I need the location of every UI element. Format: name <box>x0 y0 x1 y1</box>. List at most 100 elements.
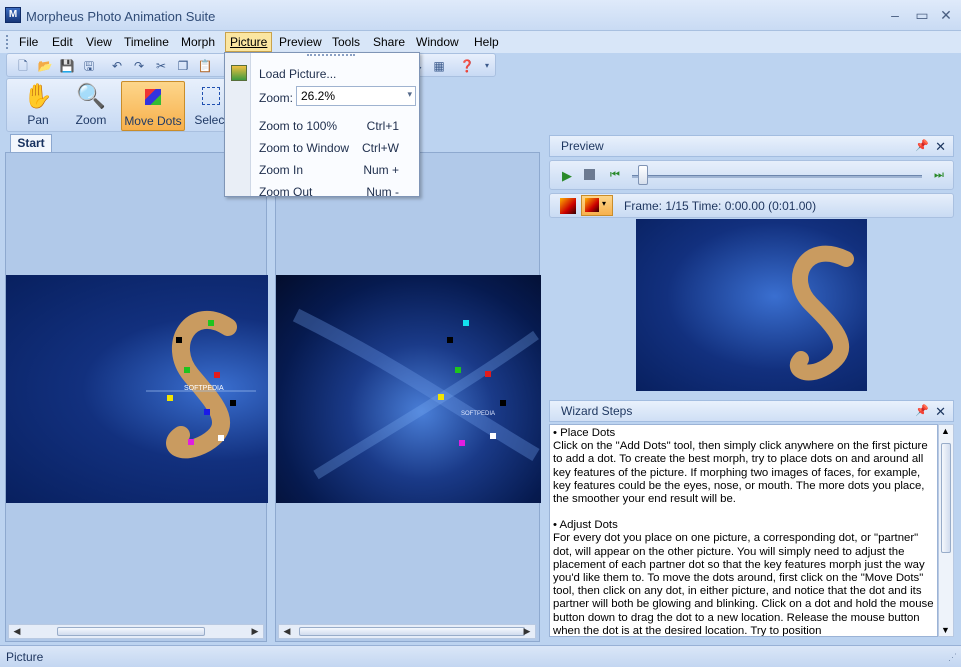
new-icon[interactable]: 🗋 <box>15 58 31 74</box>
menu-morph[interactable]: Morph <box>177 34 219 50</box>
skip-start-icon[interactable]: ⏮ <box>610 169 620 182</box>
s-logo-graphic <box>789 245 854 381</box>
move-dots-tool[interactable]: Move Dots <box>121 81 185 131</box>
scroll-thumb[interactable] <box>299 627 525 636</box>
menu-grip <box>307 54 355 57</box>
zoom-to-100-item[interactable]: Zoom to 100% <box>259 119 337 133</box>
timeline-slider-thumb[interactable] <box>638 165 648 185</box>
background-picker-button[interactable]: ▾ <box>581 195 613 216</box>
stop-icon[interactable] <box>584 169 595 180</box>
save-all-icon[interactable]: 🖫 <box>81 58 97 74</box>
scroll-right-icon[interactable]: ▶ <box>248 625 262 638</box>
zoom-combo[interactable]: 26.2% ▾ <box>296 86 416 106</box>
morph-dot[interactable] <box>218 435 224 441</box>
resize-grip-icon[interactable]: ⋰ <box>948 652 957 663</box>
save-icon[interactable]: 💾 <box>59 58 75 74</box>
scroll-right-icon[interactable]: ▶ <box>520 625 534 638</box>
morph-dot[interactable] <box>167 395 173 401</box>
redo-icon[interactable]: ↷ <box>131 58 147 74</box>
pan-tool[interactable]: ✋ Pan <box>11 81 65 131</box>
preview-pane-title: Preview 📌 ✕ <box>549 135 954 157</box>
zoom-label: Zoom <box>75 113 107 127</box>
menu-tools[interactable]: Tools <box>328 34 364 50</box>
second-picture[interactable]: SOFTPEDIA <box>276 275 541 503</box>
load-picture-item[interactable]: Load Picture... <box>259 67 336 81</box>
share-icon[interactable]: ▦ <box>431 58 447 74</box>
tab-start[interactable]: Start <box>10 134 52 152</box>
move-dots-icon <box>136 82 170 114</box>
wizard-vertical-scrollbar[interactable]: ▲ ▼ <box>938 424 954 637</box>
scroll-left-icon[interactable]: ◀ <box>280 625 294 638</box>
morph-dot[interactable] <box>188 439 194 445</box>
morph-dot[interactable] <box>438 394 444 400</box>
help-icon[interactable]: ❓ <box>459 58 475 74</box>
close-button[interactable]: ✕ <box>935 6 957 24</box>
menu-timeline[interactable]: Timeline <box>120 34 173 50</box>
morph-dot[interactable] <box>459 440 465 446</box>
scroll-thumb[interactable] <box>941 443 951 553</box>
timeline-slider-track[interactable] <box>632 175 922 178</box>
pin-icon[interactable]: 📌 <box>915 136 929 157</box>
play-icon[interactable]: ▶ <box>562 168 572 184</box>
tools-toolbar: ✋ Pan 🔍 Zoom Move Dots Select <box>6 78 244 132</box>
chevron-down-icon[interactable]: ▾ <box>407 89 412 100</box>
menu-grip <box>6 35 9 49</box>
morph-dot[interactable] <box>208 320 214 326</box>
scroll-left-icon[interactable]: ◀ <box>10 625 24 638</box>
zoom-label: Zoom: <box>259 91 294 105</box>
minimize-button[interactable]: – <box>884 6 906 24</box>
menu-help[interactable]: Help <box>470 34 503 50</box>
wizard-paragraph: For every dot you place on one picture, … <box>553 532 934 637</box>
morph-dot[interactable] <box>230 400 236 406</box>
horizontal-scrollbar-right[interactable]: ◀ ▶ <box>278 624 536 639</box>
morph-dot[interactable] <box>214 372 220 378</box>
zoom-out-item[interactable]: Zoom Out <box>259 185 312 199</box>
close-icon[interactable]: ✕ <box>935 136 946 157</box>
picture-panel-left: SOFTPEDIA ◀ ▶ <box>5 152 268 642</box>
color-icon[interactable] <box>560 198 576 214</box>
undo-icon[interactable]: ↶ <box>109 58 125 74</box>
morph-dot[interactable] <box>176 337 182 343</box>
menu-preview[interactable]: Preview <box>275 34 326 50</box>
morph-dot[interactable] <box>490 433 496 439</box>
chevron-down-icon: ▾ <box>602 199 607 208</box>
app-icon: M <box>5 7 21 23</box>
zoom-to-100-shortcut: Ctrl+1 <box>366 119 399 133</box>
morph-dot[interactable] <box>485 371 491 377</box>
morph-dot[interactable] <box>455 367 461 373</box>
menu-window[interactable]: Window <box>412 34 463 50</box>
wizard-paragraph: Click on the "Add Dots" tool, then simpl… <box>553 440 928 506</box>
open-icon[interactable]: 📂 <box>37 58 53 74</box>
cut-icon[interactable]: ✂ <box>153 58 169 74</box>
maximize-button[interactable]: ▭ <box>911 6 933 24</box>
menu-view[interactable]: View <box>82 34 116 50</box>
softpedia-logo-text: SOFTPEDIA <box>461 411 495 417</box>
pin-icon[interactable]: 📌 <box>915 401 929 422</box>
menu-picture[interactable]: Picture <box>225 32 273 52</box>
horizontal-scrollbar-left[interactable]: ◀ ▶ <box>8 624 264 639</box>
chevron-down-icon[interactable]: ▾ <box>479 58 495 74</box>
wizard-heading-adjust-dots: • Adjust Dots <box>553 519 618 532</box>
morph-dot[interactable] <box>500 400 506 406</box>
scroll-thumb[interactable] <box>57 627 205 636</box>
scroll-up-icon[interactable]: ▲ <box>941 426 950 436</box>
morph-dot[interactable] <box>204 409 210 415</box>
zoom-tool[interactable]: 🔍 Zoom <box>65 81 117 131</box>
scroll-down-icon[interactable]: ▼ <box>941 625 950 635</box>
zoom-out-shortcut: Num - <box>366 185 399 199</box>
zoom-in-item[interactable]: Zoom In <box>259 163 303 177</box>
skip-end-icon[interactable]: ⏭ <box>934 169 944 182</box>
menu-edit[interactable]: Edit <box>48 34 77 50</box>
morph-dot[interactable] <box>184 367 190 373</box>
close-icon[interactable]: ✕ <box>935 401 946 422</box>
copy-icon[interactable]: ❐ <box>175 58 191 74</box>
menu-file[interactable]: File <box>15 34 42 50</box>
morph-dot[interactable] <box>463 320 469 326</box>
paste-icon[interactable]: 📋 <box>197 58 213 74</box>
menu-share[interactable]: Share <box>369 34 409 50</box>
magnifier-icon: 🔍 <box>76 83 106 110</box>
first-picture[interactable]: SOFTPEDIA <box>6 275 268 503</box>
zoom-to-window-item[interactable]: Zoom to Window <box>259 141 349 155</box>
hand-icon: ✋ <box>23 83 53 110</box>
morph-dot[interactable] <box>447 337 453 343</box>
